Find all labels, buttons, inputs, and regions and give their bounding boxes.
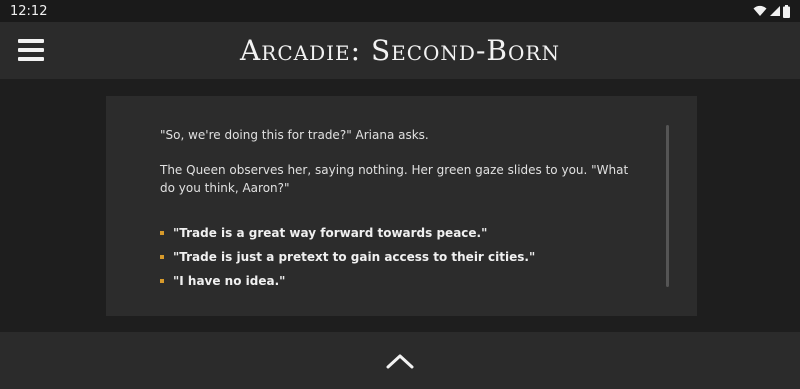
story-paragraph: The Queen observes her, saying nothing. … — [160, 163, 629, 195]
choice-option[interactable]: "I have no idea." — [160, 269, 535, 293]
choice-label: "I have no idea." — [173, 274, 286, 288]
story-paragraph: "So, we're doing this for trade?" Ariana… — [160, 128, 429, 142]
story-text: "So, we're doing this for trade?" Ariana… — [160, 126, 630, 214]
status-time: 12:12 — [10, 3, 48, 19]
bullet-icon — [160, 255, 164, 259]
bullet-icon — [160, 231, 164, 235]
scrollbar[interactable] — [666, 125, 669, 287]
status-bar: 12:12 — [0, 0, 800, 22]
wifi-icon — [753, 5, 767, 16]
content-area[interactable]: "So, we're doing this for trade?" Ariana… — [0, 79, 800, 332]
bullet-icon — [160, 279, 164, 283]
battery-icon — [783, 4, 790, 18]
signal-icon — [770, 6, 780, 16]
chevron-up-icon — [386, 354, 414, 368]
choice-label: "Trade is a great way forward towards pe… — [173, 226, 488, 240]
choice-label: "Trade is just a pretext to gain access … — [173, 250, 536, 264]
choice-option[interactable]: "Trade is just a pretext to gain access … — [160, 245, 535, 269]
choice-option[interactable]: "Trade is a great way forward towards pe… — [160, 221, 535, 245]
story-card: "So, we're doing this for trade?" Ariana… — [106, 96, 697, 316]
choice-list: "Trade is a great way forward towards pe… — [160, 221, 535, 293]
scroll-up-button[interactable] — [380, 341, 420, 381]
hamburger-menu-icon[interactable] — [16, 36, 46, 64]
app-title: Arcadie: Second-Born — [240, 34, 560, 67]
bottom-bar — [0, 332, 800, 389]
status-icons — [753, 4, 790, 18]
app-bar: Arcadie: Second-Born — [0, 22, 800, 79]
